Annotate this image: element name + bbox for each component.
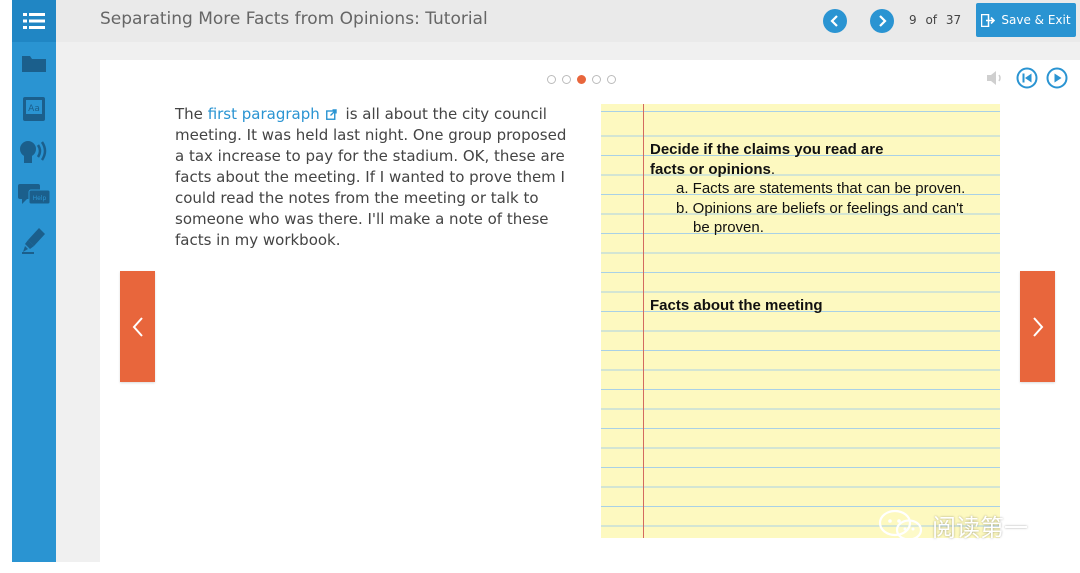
passage-prefix: The <box>175 105 203 123</box>
sidebar-item-glossary[interactable]: Aa <box>12 88 56 130</box>
facts-opinions-text: facts or opinions <box>650 161 771 178</box>
exit-icon <box>981 13 996 27</box>
watermark: 阅读第一 <box>878 508 1028 543</box>
volume-button[interactable] <box>986 70 1006 91</box>
left-sidebar: Aa Help <box>12 0 56 562</box>
sidebar-item-highlighter[interactable] <box>12 219 56 261</box>
slide-dot[interactable] <box>547 75 556 84</box>
save-exit-label: Save & Exit <box>1001 13 1071 27</box>
chevron-right-icon <box>1032 316 1043 337</box>
chat-help-icon: Help <box>18 184 51 205</box>
slide-dot[interactable] <box>592 75 601 84</box>
list-icon <box>23 13 45 29</box>
svg-text:Help: Help <box>33 195 47 202</box>
restart-audio-button[interactable] <box>1016 67 1038 94</box>
previous-page-button[interactable] <box>823 9 847 33</box>
sidebar-item-list[interactable] <box>12 0 56 42</box>
notepad-margin-line <box>643 104 644 538</box>
speaker-icon <box>987 71 1001 85</box>
previous-slide-button[interactable] <box>120 271 155 382</box>
link-text: first paragraph <box>207 105 320 123</box>
folder-icon <box>22 56 46 72</box>
next-slide-button[interactable] <box>1020 271 1055 382</box>
page-indicator: 9 of 37 <box>909 13 966 27</box>
sidebar-item-speech[interactable] <box>12 131 56 173</box>
next-page-button[interactable] <box>870 9 894 33</box>
page-of: of <box>925 13 938 27</box>
notepad-facts-heading: Facts about the meeting <box>650 297 823 314</box>
svg-text:Aa: Aa <box>28 104 40 114</box>
sidebar-item-help[interactable]: Help <box>12 174 56 216</box>
chevron-left-icon <box>830 15 838 27</box>
glossary-icon: Aa <box>23 97 45 121</box>
speech-icon <box>20 141 47 163</box>
page-current: 9 <box>909 13 917 27</box>
external-link-icon <box>325 109 337 120</box>
passage-body: is all about the city council meeting. I… <box>175 105 567 249</box>
top-bar: Separating More Facts from Opinions: Tut… <box>56 0 1080 42</box>
skip-back-icon <box>1016 67 1038 89</box>
page-total: 37 <box>945 13 962 27</box>
play-audio-button[interactable] <box>1046 67 1068 94</box>
passage-text: The first paragraph is all about the cit… <box>175 104 580 251</box>
chevron-right-icon <box>879 15 887 27</box>
lesson-title: Separating More Facts from Opinions: Tut… <box>100 9 488 29</box>
notepad-item-a: a. Facts are statements that can be prov… <box>676 180 966 197</box>
slide-dot-active[interactable] <box>577 75 586 84</box>
first-paragraph-link[interactable]: first paragraph <box>208 105 341 123</box>
slide-dot[interactable] <box>607 75 616 84</box>
play-icon <box>1046 67 1068 89</box>
notepad-item-b-continued: be proven. <box>693 219 764 236</box>
save-exit-button[interactable]: Save & Exit <box>976 3 1076 37</box>
slide-dot[interactable] <box>562 75 571 84</box>
notepad-instruction-line-2: facts or opinions. <box>650 161 775 178</box>
slide-pagination <box>547 75 616 84</box>
sidebar-item-folder[interactable] <box>12 42 56 84</box>
highlighter-icon <box>22 228 45 254</box>
watermark-text: 阅读第一 <box>932 514 1028 542</box>
notepad-item-b: b. Opinions are beliefs or feelings and … <box>676 200 964 217</box>
notepad-instruction-line: Decide if the claims you read are <box>650 141 884 158</box>
period-text: . <box>770 161 776 178</box>
chevron-left-icon <box>132 316 143 337</box>
workbook-notepad: Decide if the claims you read are facts … <box>601 104 1000 538</box>
wechat-icon <box>878 509 923 541</box>
